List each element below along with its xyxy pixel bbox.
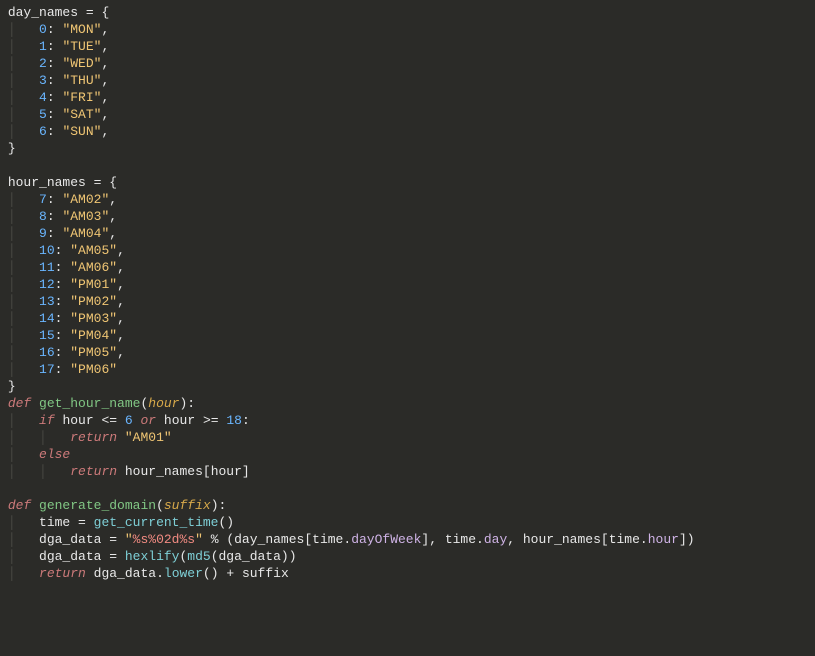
keyword-return: return [70, 430, 117, 445]
number: 0 [39, 22, 47, 37]
line: │ else [0, 447, 70, 462]
identifier: time [39, 515, 70, 530]
string: "SAT" [62, 107, 101, 122]
keyword-else: else [39, 447, 70, 462]
format-string: %s%02d%s [133, 532, 195, 547]
code-editor[interactable]: day_names = { │ 0: "MON", │ 1: "TUE", │ … [0, 0, 815, 582]
line: day_names = { [0, 5, 109, 20]
identifier: dga_data [39, 532, 101, 547]
keyword-def: def [8, 498, 31, 513]
string: "AM01" [125, 430, 172, 445]
identifier: hour_names [8, 175, 86, 190]
keyword-if: if [39, 413, 55, 428]
identifier: day_names [8, 5, 78, 20]
line: │ 8: "AM03", [0, 209, 117, 224]
function-call: md5 [187, 549, 210, 564]
colon: : [47, 22, 63, 37]
string: "THU" [62, 73, 101, 88]
line: │ 13: "PM02", [0, 294, 125, 309]
number: 2 [39, 56, 47, 71]
line: def get_hour_name(hour): [0, 396, 195, 411]
line: │ 9: "AM04", [0, 226, 117, 241]
number: 5 [39, 107, 47, 122]
line: │ 7: "AM02", [0, 192, 117, 207]
line: │ 1: "TUE", [0, 39, 109, 54]
number: 6 [39, 124, 47, 139]
line: } [0, 141, 16, 156]
string: "FRI" [62, 90, 101, 105]
brace: { [101, 5, 109, 20]
string: "TUE" [62, 39, 101, 54]
indent-guide: │ [8, 22, 39, 37]
identifier: suffix [242, 566, 289, 581]
line: │ 17: "PM06" [0, 362, 117, 377]
line: │ 2: "WED", [0, 56, 109, 71]
line: │ if hour <= 6 or hour >= 18: [0, 413, 250, 428]
string: "WED" [62, 56, 101, 71]
string: "MON" [62, 22, 101, 37]
number: 3 [39, 73, 47, 88]
line: │ 15: "PM04", [0, 328, 125, 343]
brace: } [8, 379, 16, 394]
line: │ 12: "PM01", [0, 277, 125, 292]
line: │ 4: "FRI", [0, 90, 109, 105]
function-call: hexlify [125, 549, 180, 564]
line: │ 0: "MON", [0, 22, 109, 37]
line: │ return dga_data.lower() + suffix [0, 566, 289, 581]
line: │ 6: "SUN", [0, 124, 109, 139]
method-call: lower [164, 566, 203, 581]
line: hour_names = { [0, 175, 117, 190]
function-name: get_hour_name [39, 396, 140, 411]
string: "AM02" [62, 192, 109, 207]
string: "SUN" [62, 124, 101, 139]
line: │ 5: "SAT", [0, 107, 109, 122]
line: │ 3: "THU", [0, 73, 109, 88]
line: │ dga_data = "%s%02d%s" % (day_names[tim… [0, 532, 695, 547]
line: │ time = get_current_time() [0, 515, 234, 530]
number: 1 [39, 39, 47, 54]
attribute: hour [648, 532, 679, 547]
blank-line [0, 481, 8, 496]
line: │ 14: "PM03", [0, 311, 125, 326]
parameter: hour [148, 396, 179, 411]
line: │ │ return "AM01" [0, 430, 172, 445]
parameter: suffix [164, 498, 211, 513]
line: │ 10: "AM05", [0, 243, 125, 258]
identifier: dga_data [39, 549, 101, 564]
operator: = [78, 5, 101, 20]
function-call: get_current_time [94, 515, 219, 530]
line: │ 11: "AM06", [0, 260, 125, 275]
indent-guide: │ [8, 39, 39, 54]
line: │ │ return hour_names[hour] [0, 464, 250, 479]
number: 7 [39, 192, 47, 207]
brace: } [8, 141, 16, 156]
attribute: day [484, 532, 507, 547]
keyword-def: def [8, 396, 31, 411]
keyword-return: return [70, 464, 117, 479]
number: 4 [39, 90, 47, 105]
line: │ 16: "PM05", [0, 345, 125, 360]
attribute: dayOfWeek [351, 532, 421, 547]
keyword-or: or [133, 413, 164, 428]
function-name: generate_domain [39, 498, 156, 513]
keyword-return: return [39, 566, 86, 581]
line: } [0, 379, 16, 394]
blank-line [0, 158, 8, 173]
comma: , [101, 22, 109, 37]
line: def generate_domain(suffix): [0, 498, 226, 513]
line: │ dga_data = hexlify(md5(dga_data)) [0, 549, 297, 564]
